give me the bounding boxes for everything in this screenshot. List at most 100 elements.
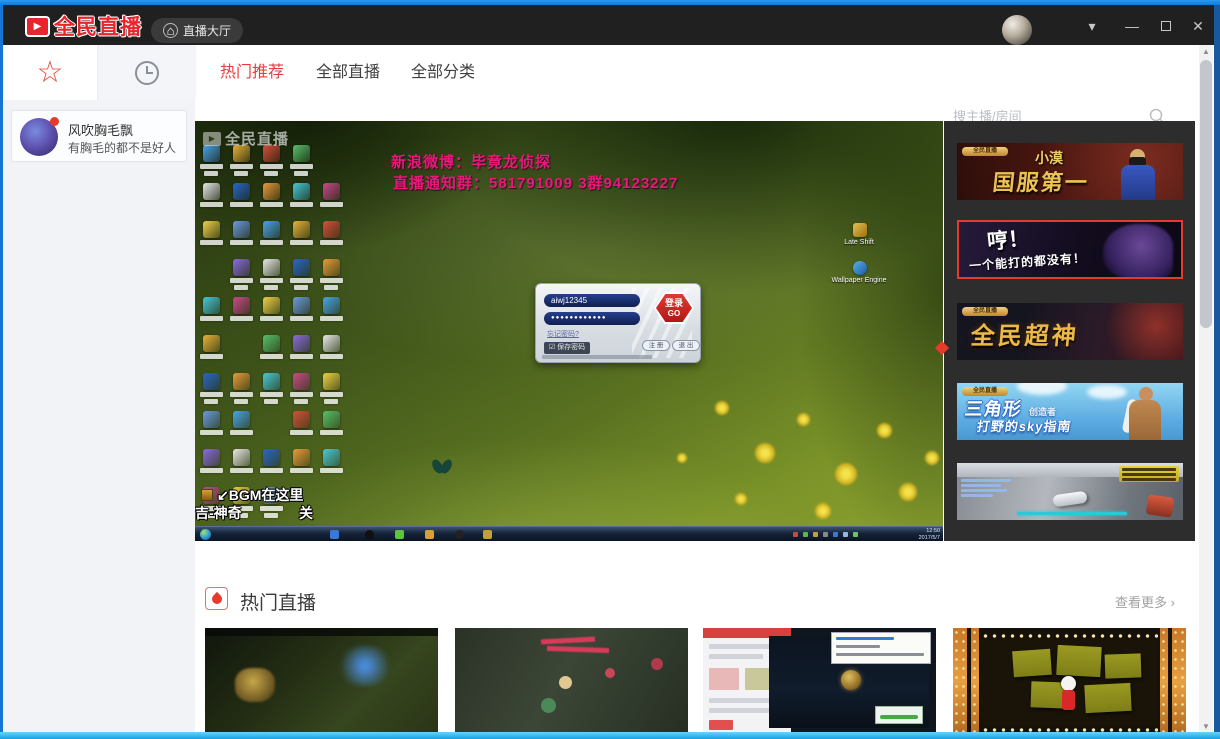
thumbnail-stage-show[interactable] (953, 628, 1186, 736)
tab-all-live[interactable]: 全部直播 (316, 45, 380, 100)
login-password-field: ●●●●●●●●●●●● (544, 312, 640, 325)
banner-racing[interactable] (957, 463, 1183, 520)
desktop-icon (293, 259, 310, 276)
stream-watermark: ▶ 全民直播 (203, 128, 289, 149)
desktop-icon (263, 297, 280, 314)
menu-dropdown-icon[interactable]: ▾ (1078, 10, 1106, 42)
banner-text: 国服第一 (991, 165, 1090, 197)
logo-tv-icon: ▶ (25, 16, 50, 37)
tab-all-categories[interactable]: 全部分类 (411, 45, 475, 100)
desktop-icon (293, 221, 310, 238)
desktop-icon (203, 221, 220, 238)
stream-overlay-weibo: 新浪微博：毕竟龙侦探 (391, 151, 551, 172)
maximize-icon (1161, 21, 1171, 31)
desktop-icon (263, 449, 280, 466)
tab-history[interactable] (97, 45, 196, 100)
desktop-icon (203, 373, 220, 390)
login-exit-button: 退 出 (672, 340, 700, 351)
login-save-checkbox: ☑ 保存密码 (544, 342, 590, 354)
banner-chaoshen[interactable]: 全民直播 全民超神 (957, 303, 1183, 360)
stream-overlay-qqgroup: 直播通知群：581791009 3群94123227 (393, 172, 678, 193)
live-dot-badge (50, 117, 59, 126)
desktop-icon (233, 297, 250, 314)
scrollbar[interactable]: ▲ ▼ (1199, 45, 1213, 733)
desktop-icon-label: Late Shift (829, 239, 889, 246)
banner-text: 哼！ (986, 222, 1031, 256)
desktop-icon (323, 373, 340, 390)
live-hall-label: 直播大厅 (183, 22, 231, 39)
sidebar: 风吹胸毛飘 有胸毛的都不是好人 (3, 100, 195, 733)
desktop-icon (293, 449, 310, 466)
thumbnail-lol-teamfight[interactable] (455, 628, 688, 736)
minimize-button[interactable]: — (1118, 10, 1146, 42)
desktop-icon (203, 335, 220, 352)
stream-corner-close: 关 (299, 503, 313, 523)
mascot (1061, 676, 1076, 691)
desktop-icon (323, 411, 340, 428)
header: ☆ 热门推荐 全部直播 全部分类 (3, 45, 1199, 100)
desktop-icon (263, 221, 280, 238)
banner-sky-jungle[interactable]: 全民直播 三角形 创造者 打野的sky指南 (957, 383, 1183, 440)
banner-text: 一个能打的都没有！ (969, 249, 1087, 274)
close-button[interactable]: ✕ (1184, 10, 1212, 42)
desktop-icon (293, 373, 310, 390)
quanmin-badge: 全民直播 (962, 307, 1008, 316)
desktop-icon (233, 221, 250, 238)
banner-text: 打野的sky指南 (976, 416, 1073, 435)
banner-xiaomo[interactable]: 全民直播 小漠 国服第一 (957, 143, 1183, 200)
logo-text: 全民直播 (54, 11, 142, 41)
desktop-icon (323, 183, 340, 200)
channel-card[interactable]: 风吹胸毛飘 有胸毛的都不是好人 (11, 110, 187, 162)
desktop-icon (203, 449, 220, 466)
desktop-icon (233, 259, 250, 276)
desktop-icon (233, 449, 250, 466)
login-go-button: 登录 GO (654, 292, 694, 324)
thumbnail-lol-jungle[interactable] (205, 628, 438, 736)
flame-icon (210, 592, 224, 606)
bgm-icon (201, 489, 213, 501)
maximize-button[interactable] (1152, 10, 1180, 42)
live-hall-button[interactable]: ⌂ 直播大厅 (151, 18, 243, 43)
channel-name: 风吹胸毛飘 (68, 120, 133, 139)
desktop-icon (293, 183, 310, 200)
desktop-icon (323, 449, 340, 466)
scroll-up-arrow[interactable]: ▲ (1199, 45, 1213, 58)
desktop-icon (233, 183, 250, 200)
clock-icon (134, 60, 160, 86)
desktop-icon (263, 183, 280, 200)
video-player[interactable]: ▶ 全民直播 新浪微博：毕竟龙侦探 直播通知群：581791009 3群9412… (195, 121, 943, 541)
user-avatar[interactable] (1002, 15, 1032, 45)
hot-section-icon (205, 587, 228, 610)
desktop-icon (233, 411, 250, 428)
tab-hot-recommend[interactable]: 热门推荐 (220, 45, 284, 100)
window-border-top (0, 0, 1220, 5)
view-more-link[interactable]: 查看更多 › (1115, 592, 1175, 611)
tab-favorites[interactable]: ☆ (3, 45, 97, 100)
window-border-left (0, 5, 3, 733)
desktop-icon (263, 259, 280, 276)
desktop-icon (323, 259, 340, 276)
butterfly (433, 459, 453, 477)
desktop-icon (233, 373, 250, 390)
app-logo: ▶ 全民直播 (25, 13, 142, 39)
banner-selected[interactable]: 哼！ 一个能打的都没有！ (957, 220, 1183, 279)
desktop-icon (853, 223, 867, 237)
watermark-tv-icon: ▶ (203, 132, 221, 146)
scrollbar-thumb[interactable] (1200, 60, 1212, 328)
desktop-icon (323, 297, 340, 314)
bgm-caption: ↙BGM在这里 (201, 485, 303, 505)
thumbnail-desktop[interactable] (703, 628, 936, 736)
desktop-icon (263, 335, 280, 352)
desktop-icon (293, 145, 310, 162)
login-forgot-link: 忘记密码? (547, 329, 579, 339)
desktop-icon-label: Wallpaper Engine (829, 277, 889, 284)
login-account-field: aiwj12345 (544, 294, 640, 307)
desktop-icon (853, 261, 867, 275)
hot-section-title: 热门直播 (240, 588, 316, 615)
desktop-icon (263, 373, 280, 390)
desktop-icon (293, 411, 310, 428)
login-note (542, 355, 652, 359)
stream-login-dialog: aiwj12345 ●●●●●●●●●●●● 忘记密码? ☑ 保存密码 登录 G… (535, 283, 701, 363)
host-taskbar-strip (0, 732, 1220, 739)
desktop-icon (203, 411, 220, 428)
